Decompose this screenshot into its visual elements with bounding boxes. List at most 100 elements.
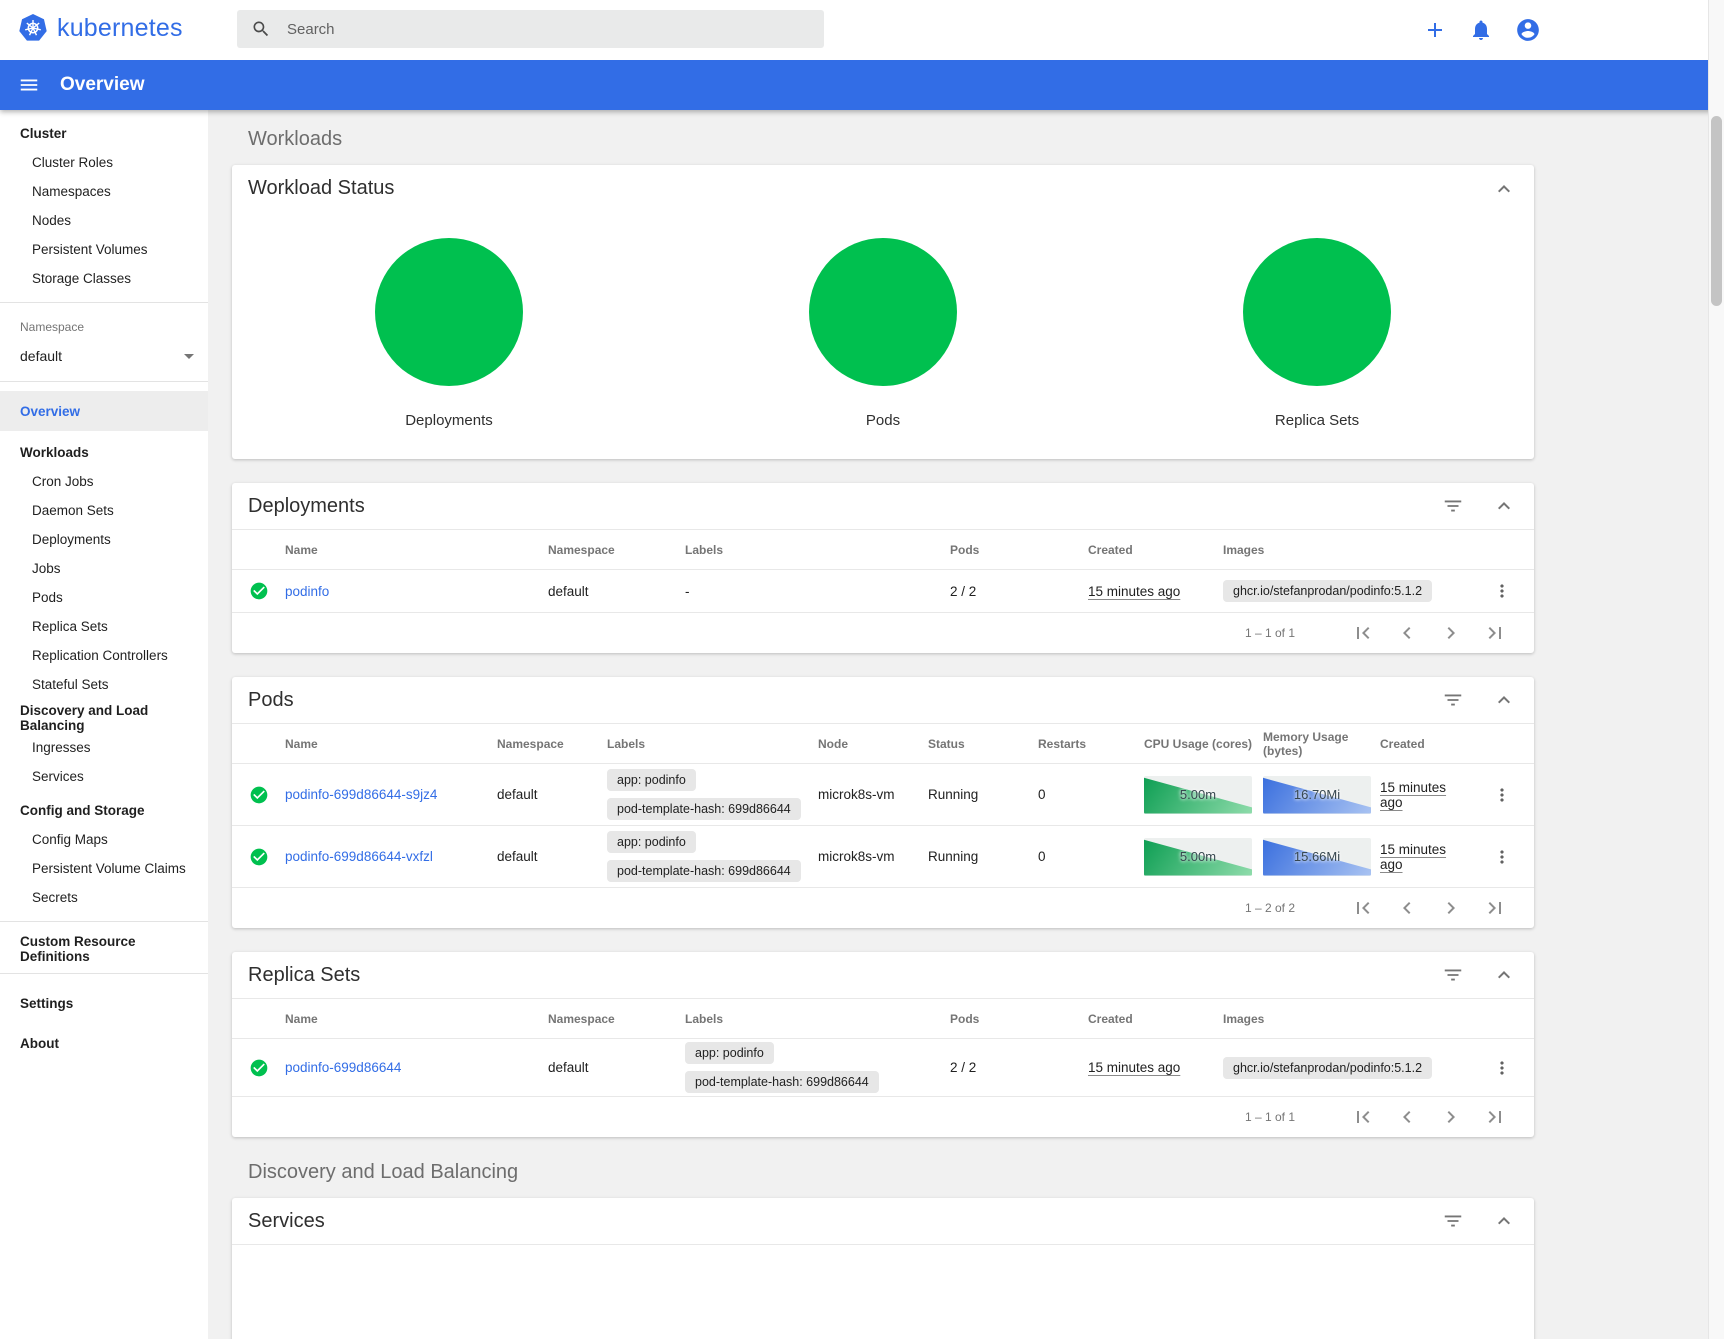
filter-button[interactable] [1442,495,1464,517]
kubernetes-brand[interactable]: kubernetes [18,13,183,43]
sidebar-item-deployments[interactable]: Deployments [0,525,208,554]
sidebar-item-pods[interactable]: Pods [0,583,208,612]
column-header-created[interactable]: Created [1380,737,1469,751]
sidebar-item-daemon-sets[interactable]: Daemon Sets [0,496,208,525]
workload-status-title: Workload Status [248,177,1492,200]
user-menu-button[interactable] [1515,17,1541,43]
column-header-namespace[interactable]: Namespace [548,1012,685,1026]
column-header-name[interactable]: Name [285,1012,548,1026]
table-row: podinfo-699d86644 default app: podinfo p… [232,1039,1534,1097]
namespace-select[interactable]: default [0,340,208,372]
sidebar-item-storage-classes[interactable]: Storage Classes [0,264,208,293]
search-input[interactable] [287,21,810,38]
deployment-name-link[interactable]: podinfo [285,584,329,599]
filter-button[interactable] [1442,1210,1464,1232]
pod-name-link[interactable]: podinfo-699d86644-vxfzl [285,849,433,864]
column-header-images[interactable]: Images [1223,543,1469,557]
row-menu-button[interactable] [1492,847,1512,867]
first-page-button[interactable] [1351,621,1375,645]
cell-namespace: default [497,849,607,864]
services-card-header: Services [232,1198,1534,1245]
collapse-card-button[interactable] [1492,1209,1516,1233]
sidebar-item-custom-resource-definitions[interactable]: Custom Resource Definitions [0,934,208,964]
previous-page-button[interactable] [1395,896,1419,920]
column-header-name[interactable]: Name [285,543,548,557]
column-header-created[interactable]: Created [1088,1012,1223,1026]
filter-button[interactable] [1442,964,1464,986]
last-page-button[interactable] [1483,1105,1507,1129]
column-header-pods[interactable]: Pods [950,1012,1088,1026]
column-header-labels[interactable]: Labels [685,1012,950,1026]
column-header-status[interactable]: Status [928,737,1038,751]
filter-button[interactable] [1442,689,1464,711]
page-scrollbar[interactable] [1708,0,1724,1339]
column-header-created[interactable]: Created [1088,543,1223,557]
cell-restarts: 0 [1038,787,1144,802]
sidebar-item-persistent-volumes[interactable]: Persistent Volumes [0,235,208,264]
sidebar-item-config-maps[interactable]: Config Maps [0,825,208,854]
chevron-up-icon [1492,963,1516,987]
column-header-memory-usage[interactable]: Memory Usage (bytes) [1263,730,1380,758]
column-header-labels[interactable]: Labels [607,737,818,751]
sidebar-item-about[interactable]: About [0,1023,208,1063]
first-page-button[interactable] [1351,1105,1375,1129]
column-header-pods[interactable]: Pods [950,543,1088,557]
previous-page-button[interactable] [1395,1105,1419,1129]
column-header-restarts[interactable]: Restarts [1038,737,1144,751]
row-menu-button[interactable] [1492,1058,1512,1078]
label-chip: app: podinfo [607,831,696,853]
row-menu-button[interactable] [1492,581,1512,601]
create-resource-button[interactable] [1423,18,1447,42]
sidebar-item-cron-jobs[interactable]: Cron Jobs [0,467,208,496]
notifications-button[interactable] [1469,18,1493,42]
next-page-button[interactable] [1439,896,1463,920]
column-header-cpu-usage[interactable]: CPU Usage (cores) [1144,737,1263,751]
column-header-labels[interactable]: Labels [685,543,950,557]
filter-icon [1442,689,1464,711]
column-header-images[interactable]: Images [1223,1012,1469,1026]
sidebar-item-cluster-roles[interactable]: Cluster Roles [0,148,208,177]
sidebar-item-settings[interactable]: Settings [0,983,208,1023]
previous-page-button[interactable] [1395,621,1419,645]
sidebar-item-stateful-sets[interactable]: Stateful Sets [0,670,208,699]
column-header-namespace[interactable]: Namespace [548,543,685,557]
page-toolbar: Overview [0,60,1724,110]
collapse-card-button[interactable] [1492,177,1516,201]
next-page-icon [1439,1105,1463,1129]
cell-created: 15 minutes ago [1380,780,1446,810]
replica-set-name-link[interactable]: podinfo-699d86644 [285,1060,401,1075]
first-page-button[interactable] [1351,896,1375,920]
cell-pods: 2 / 2 [950,1060,1088,1075]
column-header-node[interactable]: Node [818,737,928,751]
sidebar-item-nodes[interactable]: Nodes [0,206,208,235]
sidebar-item-persistent-volume-claims[interactable]: Persistent Volume Claims [0,854,208,883]
sidebar-item-services[interactable]: Services [0,762,208,791]
kebab-menu-icon [1492,1058,1512,1078]
hamburger-menu-button[interactable] [18,74,40,96]
collapse-card-button[interactable] [1492,963,1516,987]
deployments-title: Deployments [248,495,1442,518]
cell-namespace: default [548,1060,685,1075]
last-page-button[interactable] [1483,896,1507,920]
collapse-card-button[interactable] [1492,494,1516,518]
pod-name-link[interactable]: podinfo-699d86644-s9jz4 [285,787,437,802]
sidebar-item-jobs[interactable]: Jobs [0,554,208,583]
last-page-button[interactable] [1483,621,1507,645]
column-header-name[interactable]: Name [285,737,497,751]
column-header-namespace[interactable]: Namespace [497,737,607,751]
row-menu-button[interactable] [1492,785,1512,805]
sidebar-item-replica-sets[interactable]: Replica Sets [0,612,208,641]
next-page-button[interactable] [1439,1105,1463,1129]
sidebar-item-namespaces[interactable]: Namespaces [0,177,208,206]
scrollbar-thumb[interactable] [1711,116,1722,306]
next-page-button[interactable] [1439,621,1463,645]
first-page-icon [1351,896,1375,920]
sidebar-item-secrets[interactable]: Secrets [0,883,208,912]
label-chip: pod-template-hash: 699d86644 [607,860,801,882]
sidebar-item-ingresses[interactable]: Ingresses [0,733,208,762]
sidebar-item-replication-controllers[interactable]: Replication Controllers [0,641,208,670]
collapse-card-button[interactable] [1492,688,1516,712]
cell-labels: app: podinfo pod-template-hash: 699d8664… [607,831,808,882]
search-bar[interactable] [237,10,824,48]
sidebar-item-overview[interactable]: Overview [0,391,208,431]
